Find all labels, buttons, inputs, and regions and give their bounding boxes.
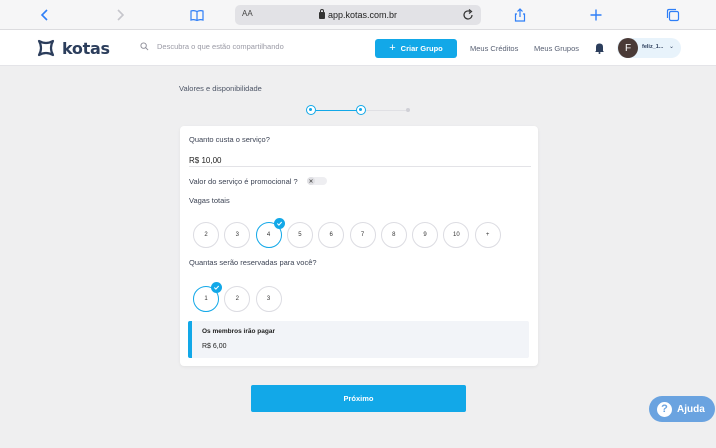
step-1 (306, 105, 316, 115)
slot-option-label: 9 (423, 232, 427, 238)
summary-value: R$ 6,00 (202, 343, 227, 350)
tabs-icon[interactable] (663, 5, 683, 25)
price-underline (189, 166, 531, 167)
book-icon[interactable] (187, 5, 207, 25)
promo-toggle[interactable] (307, 177, 327, 185)
slots-label: Vagas totais (189, 196, 230, 205)
slot-option-label: + (485, 232, 490, 238)
kotas-logo-icon (37, 39, 55, 57)
slot-option-label: 2 (204, 232, 208, 238)
step-3 (406, 108, 410, 112)
chevron-left-icon[interactable] (35, 5, 55, 25)
logo-text: kotas (62, 38, 110, 58)
section-label: Valores e disponibilidade (179, 84, 262, 93)
lock-icon (318, 9, 325, 19)
user-name: feliz_1... (642, 44, 664, 50)
logo[interactable]: kotas (35, 37, 110, 59)
slot-option-label: 10 (453, 232, 460, 238)
reserved-question: Quantas serão reservadas para você? (189, 258, 317, 267)
slot-option[interactable]: + (474, 222, 501, 248)
reserved-option-label: 3 (266, 296, 271, 302)
slot-option-label: 7 (360, 232, 365, 238)
plus-icon: + (389, 42, 396, 54)
slot-option-label: 8 (392, 232, 396, 238)
step-line-done (316, 109, 361, 111)
slot-option[interactable]: 10 (443, 222, 470, 248)
check-icon (211, 282, 222, 293)
plus-icon[interactable] (586, 5, 606, 25)
reserved-option-label: 1 (204, 296, 208, 302)
slot-option[interactable]: 7 (349, 222, 376, 248)
search-input[interactable] (157, 42, 357, 51)
nav-my-groups[interactable]: Meus Grupos (534, 44, 579, 53)
close-icon (309, 179, 313, 183)
slot-option-label: 4 (266, 232, 271, 238)
help-button[interactable]: ? Ajuda (649, 396, 715, 422)
address-bar[interactable]: AA app.kotas.com.br (235, 5, 481, 25)
share-icon[interactable] (510, 5, 530, 25)
slot-option[interactable]: 9 (412, 222, 439, 248)
slot-option[interactable]: 2 (193, 222, 219, 248)
summary-title: Os membros irão pagar (202, 328, 275, 335)
slot-option[interactable]: 5 (286, 222, 313, 248)
promo-question: Valor do serviço é promocional ? (189, 177, 298, 186)
search-icon (140, 42, 149, 51)
user-menu[interactable]: F feliz_1... ⌄ (617, 38, 681, 58)
chevron-down-icon: ⌄ (669, 44, 675, 50)
create-group-label: Criar Grupo (400, 44, 443, 53)
price-question: Quanto custa o serviço? (189, 135, 270, 144)
nav-my-credits[interactable]: Meus Créditos (470, 44, 518, 53)
price-input[interactable]: R$ 10,00 (189, 156, 221, 165)
search-bar[interactable] (140, 42, 357, 51)
browser-toolbar: AA app.kotas.com.br (0, 0, 716, 30)
slot-option-label: 5 (298, 232, 302, 238)
step-line-pending (366, 109, 406, 111)
step-2 (356, 105, 366, 115)
reserved-option[interactable]: 3 (255, 286, 282, 312)
chevron-right-icon[interactable] (110, 5, 130, 25)
reserved-option-label: 2 (235, 296, 239, 302)
avatar: F (618, 38, 638, 58)
create-group-button[interactable]: + Criar Grupo (375, 39, 457, 58)
reserved-option[interactable]: 2 (224, 286, 251, 312)
slot-option[interactable]: 6 (318, 222, 345, 248)
slot-option[interactable]: 3 (224, 222, 251, 248)
reload-icon[interactable] (461, 8, 475, 22)
toggle-knob (307, 177, 315, 185)
help-label: Ajuda (677, 403, 705, 415)
slot-option-label: 6 (329, 232, 333, 238)
url-text: app.kotas.com.br (327, 10, 398, 20)
bell-icon[interactable] (594, 42, 605, 54)
slot-option[interactable]: 8 (380, 222, 407, 248)
form-card: Quanto custa o serviço? R$ 10,00 Valor d… (180, 126, 538, 366)
slot-option[interactable]: 4 (255, 218, 285, 248)
reserved-option[interactable]: 1 (193, 282, 222, 312)
help-icon: ? (657, 401, 672, 417)
payment-summary: Os membros irão pagar R$ 6,00 (188, 321, 529, 358)
check-icon (273, 218, 285, 229)
next-button[interactable]: Próximo (251, 385, 466, 412)
slot-option-label: 3 (235, 232, 239, 238)
progress-stepper (306, 104, 418, 116)
app-header: kotas + Criar Grupo Meus Créditos Meus G… (0, 30, 716, 66)
